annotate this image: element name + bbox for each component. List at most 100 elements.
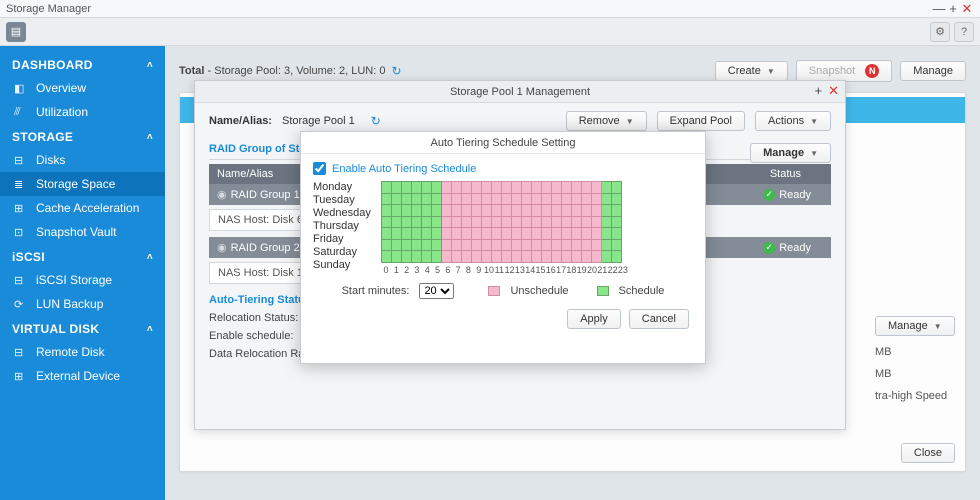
schedule-cell[interactable] — [421, 216, 431, 228]
schedule-cell[interactable] — [531, 205, 541, 217]
schedule-cell[interactable] — [481, 182, 491, 194]
schedule-cell[interactable] — [461, 228, 471, 240]
schedule-cell[interactable] — [511, 228, 521, 240]
sidebar-group-iscsi[interactable]: iSCSI˄ — [0, 244, 165, 268]
schedule-cell[interactable] — [581, 251, 591, 263]
schedule-cell[interactable] — [421, 182, 431, 194]
schedule-cell[interactable] — [441, 205, 451, 217]
schedule-cell[interactable] — [431, 205, 441, 217]
schedule-cell[interactable] — [591, 193, 601, 205]
manage-button[interactable]: Manage — [900, 61, 966, 81]
schedule-cell[interactable] — [411, 193, 421, 205]
schedule-cell[interactable] — [611, 239, 621, 251]
schedule-cell[interactable] — [491, 216, 501, 228]
dialog-add-icon[interactable]: + — [815, 83, 823, 99]
schedule-cell[interactable] — [431, 228, 441, 240]
schedule-cell[interactable] — [551, 216, 561, 228]
sidebar-group-dashboard[interactable]: DASHBOARD˄ — [0, 52, 165, 76]
manage-dropdown[interactable]: Manage▼ — [875, 316, 955, 336]
schedule-cell[interactable] — [531, 228, 541, 240]
schedule-cell[interactable] — [471, 239, 481, 251]
schedule-cell[interactable] — [561, 239, 571, 251]
schedule-cell[interactable] — [431, 182, 441, 194]
schedule-cell[interactable] — [601, 251, 611, 263]
schedule-cell[interactable] — [611, 182, 621, 194]
schedule-cell[interactable] — [541, 216, 551, 228]
schedule-cell[interactable] — [391, 182, 401, 194]
schedule-cell[interactable] — [421, 193, 431, 205]
schedule-cell[interactable] — [541, 251, 551, 263]
schedule-cell[interactable] — [611, 228, 621, 240]
schedule-grid[interactable] — [381, 181, 622, 263]
schedule-cell[interactable] — [561, 193, 571, 205]
schedule-cell[interactable] — [481, 251, 491, 263]
schedule-cell[interactable] — [521, 182, 531, 194]
schedule-cell[interactable] — [601, 205, 611, 217]
schedule-cell[interactable] — [431, 251, 441, 263]
schedule-cell[interactable] — [511, 193, 521, 205]
schedule-cell[interactable] — [481, 193, 491, 205]
schedule-cell[interactable] — [551, 251, 561, 263]
schedule-cell[interactable] — [591, 182, 601, 194]
schedule-cell[interactable] — [381, 182, 391, 194]
schedule-cell[interactable] — [571, 205, 581, 217]
cancel-button[interactable]: Cancel — [629, 309, 689, 329]
expand-pool-button[interactable]: Expand Pool — [657, 111, 745, 131]
close-icon[interactable]: ✕ — [960, 1, 974, 17]
schedule-cell[interactable] — [531, 216, 541, 228]
schedule-cell[interactable] — [511, 239, 521, 251]
schedule-cell[interactable] — [601, 182, 611, 194]
schedule-cell[interactable] — [501, 182, 511, 194]
schedule-cell[interactable] — [451, 182, 461, 194]
schedule-cell[interactable] — [401, 205, 411, 217]
apply-button[interactable]: Apply — [567, 309, 621, 329]
schedule-cell[interactable] — [461, 193, 471, 205]
schedule-cell[interactable] — [551, 228, 561, 240]
schedule-cell[interactable] — [381, 205, 391, 217]
sidebar-group-virtual-disk[interactable]: VIRTUAL DISK˄ — [0, 316, 165, 340]
schedule-cell[interactable] — [421, 239, 431, 251]
create-button[interactable]: Create▼ — [715, 61, 788, 81]
schedule-cell[interactable] — [581, 239, 591, 251]
minimize-icon[interactable]: — — [932, 1, 946, 16]
sidebar-item-cache-acceleration[interactable]: ⊞Cache Acceleration — [0, 196, 165, 220]
schedule-cell[interactable] — [441, 239, 451, 251]
actions-button[interactable]: Actions▼ — [755, 111, 831, 131]
schedule-cell[interactable] — [501, 216, 511, 228]
schedule-cell[interactable] — [381, 239, 391, 251]
schedule-cell[interactable] — [521, 216, 531, 228]
enable-schedule-checkbox-row[interactable]: Enable Auto Tiering Schedule — [313, 162, 693, 175]
schedule-cell[interactable] — [611, 205, 621, 217]
schedule-cell[interactable] — [441, 193, 451, 205]
schedule-cell[interactable] — [381, 251, 391, 263]
sidebar-item-iscsi-storage[interactable]: ⊟iSCSI Storage — [0, 268, 165, 292]
sidebar-item-external-device[interactable]: ⊞External Device — [0, 364, 165, 388]
sidebar-item-remote-disk[interactable]: ⊟Remote Disk — [0, 340, 165, 364]
schedule-cell[interactable] — [411, 228, 421, 240]
schedule-cell[interactable] — [501, 239, 511, 251]
schedule-cell[interactable] — [451, 228, 461, 240]
schedule-cell[interactable] — [511, 251, 521, 263]
sidebar-group-storage[interactable]: STORAGE˄ — [0, 124, 165, 148]
schedule-cell[interactable] — [491, 182, 501, 194]
schedule-cell[interactable] — [471, 182, 481, 194]
schedule-cell[interactable] — [571, 239, 581, 251]
schedule-cell[interactable] — [381, 193, 391, 205]
schedule-cell[interactable] — [401, 182, 411, 194]
schedule-cell[interactable] — [571, 228, 581, 240]
schedule-cell[interactable] — [521, 239, 531, 251]
schedule-cell[interactable] — [421, 228, 431, 240]
section-manage-button[interactable]: Manage▼ — [750, 143, 831, 163]
schedule-cell[interactable] — [461, 205, 471, 217]
schedule-cell[interactable] — [531, 193, 541, 205]
schedule-cell[interactable] — [561, 251, 571, 263]
expand-icon[interactable]: ◉ — [217, 189, 227, 201]
schedule-cell[interactable] — [421, 205, 431, 217]
schedule-cell[interactable] — [391, 251, 401, 263]
schedule-cell[interactable] — [531, 182, 541, 194]
settings-button[interactable]: ⚙ — [930, 22, 950, 42]
schedule-cell[interactable] — [471, 193, 481, 205]
schedule-cell[interactable] — [511, 205, 521, 217]
sidebar-item-disks[interactable]: ⊟Disks — [0, 148, 165, 172]
schedule-cell[interactable] — [531, 251, 541, 263]
